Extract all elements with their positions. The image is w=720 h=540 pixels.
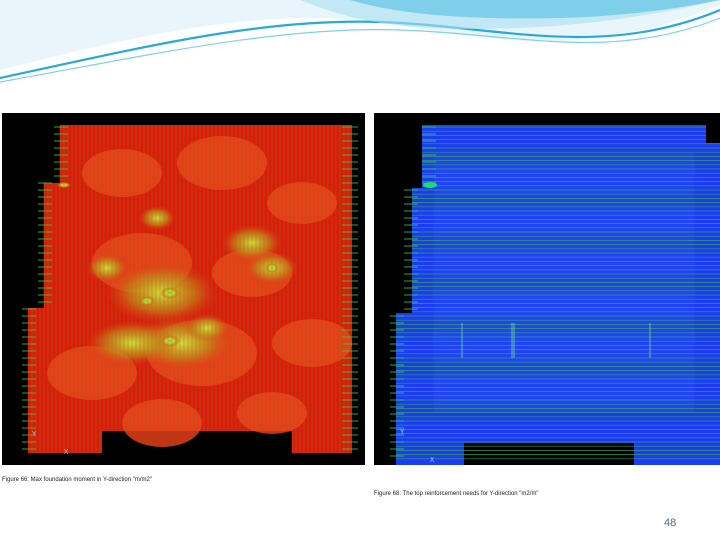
axis-x-label: X: [64, 449, 69, 457]
contour-peak: [139, 296, 155, 306]
contour-hotspot: [139, 206, 175, 230]
contour-region: [82, 149, 162, 197]
axis-y-label: Y: [32, 431, 37, 439]
page-number: 48: [664, 517, 677, 529]
contour-region: [122, 399, 202, 447]
slab-region: [28, 125, 352, 453]
figure-caption-right: Figure 68: The top reinforcement needs f…: [374, 491, 539, 497]
reinforcement-plot: [390, 125, 720, 465]
contour-region: [267, 182, 337, 224]
contour-peak: [160, 287, 180, 299]
contour-region: [177, 136, 267, 190]
contour-peak: [160, 335, 180, 347]
contour-hotspot: [87, 254, 127, 282]
axis-y-label: Y: [400, 429, 405, 437]
moment-contour-figure: Y X: [2, 113, 365, 465]
reinforcement-figure: Y X: [374, 113, 720, 465]
slab-shade: [434, 153, 694, 413]
axis-x-label: X: [430, 457, 435, 465]
figure-caption-left: Figure 66: Max foundation moment in Y-di…: [2, 477, 152, 483]
moment-contour-plot: [22, 125, 358, 453]
header-wave-decoration: [0, 0, 720, 83]
contour-hotspot: [185, 314, 229, 342]
